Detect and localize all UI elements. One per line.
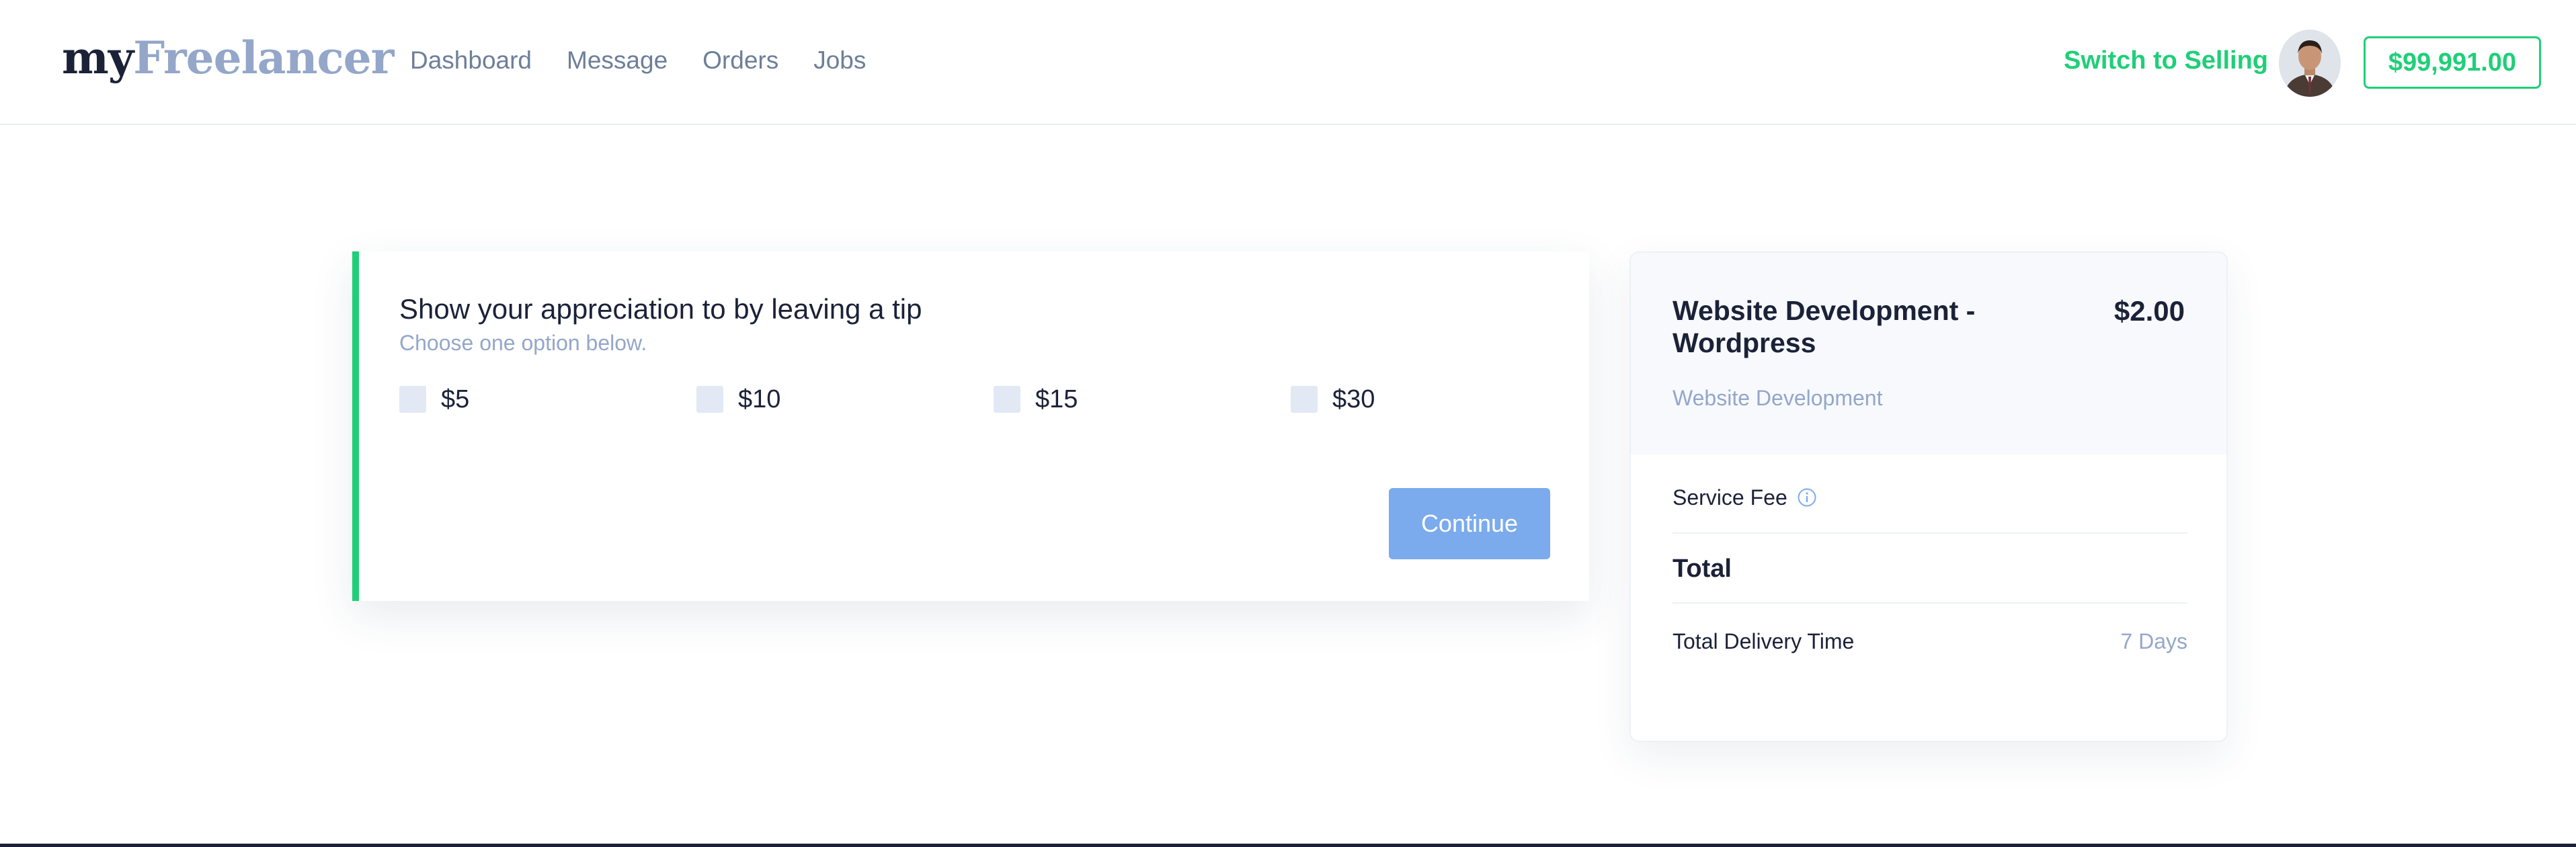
main-nav: Dashboard Message Orders Jobs [410,43,866,78]
service-fee-row: Service Fee [1673,477,2187,534]
service-category: Website Development [1673,386,1883,410]
tip-option-checkbox[interactable] [399,386,426,413]
delivery-time-value: 7 Days [2120,629,2187,653]
user-avatar-icon [2279,30,2341,97]
total-row: Total [1673,534,2187,604]
tip-option-checkbox[interactable] [1291,386,1318,413]
tip-option-15[interactable]: $15 [994,385,1078,414]
info-icon[interactable] [1797,487,1817,508]
logo-part-my: my [62,32,134,84]
balance-button[interactable]: $99,991.00 [2364,36,2541,89]
tip-subtitle: Choose one option below. [399,331,647,355]
service-fee-label-group: Service Fee [1673,483,1817,512]
tip-option-checkbox[interactable] [994,386,1020,413]
continue-button[interactable]: Continue [1389,488,1550,559]
service-price: $2.00 [2114,295,2185,327]
tip-option-label: $10 [738,385,781,413]
footer-bar [0,844,2576,847]
summary-header: Website Development - Wordpress $2.00 We… [1631,253,2226,454]
order-summary-card: Website Development - Wordpress $2.00 We… [1629,251,2228,742]
top-header: myFreelancer Dashboard Message Orders Jo… [0,0,2576,125]
tip-option-label: $15 [1035,385,1078,413]
tip-title: Show your appreciation to by leaving a t… [399,293,922,325]
tip-card: Show your appreciation to by leaving a t… [352,251,1589,601]
delivery-time-label: Total Delivery Time [1673,629,1855,653]
service-fee-label: Service Fee [1673,485,1787,510]
switch-to-selling-link[interactable]: Switch to Selling [2064,43,2268,78]
nav-item-dashboard[interactable]: Dashboard [410,43,532,78]
avatar[interactable] [2279,30,2341,97]
nav-item-orders[interactable]: Orders [702,43,778,78]
nav-item-message[interactable]: Message [567,43,668,78]
tip-option-10[interactable]: $10 [696,385,780,414]
tip-option-label: $5 [441,385,470,413]
total-label: Total [1673,555,1732,583]
delivery-row: Total Delivery Time 7 Days [1673,604,2187,678]
tip-option-30[interactable]: $30 [1291,385,1375,414]
tip-option-label: $30 [1332,385,1375,413]
nav-item-jobs[interactable]: Jobs [813,43,866,78]
service-title: Website Development - Wordpress [1673,295,1976,358]
logo[interactable]: myFreelancer [62,30,394,86]
logo-part-freelancer: Freelancer [133,32,394,84]
tip-option-checkbox[interactable] [696,386,723,413]
tip-option-5[interactable]: $5 [399,385,469,414]
